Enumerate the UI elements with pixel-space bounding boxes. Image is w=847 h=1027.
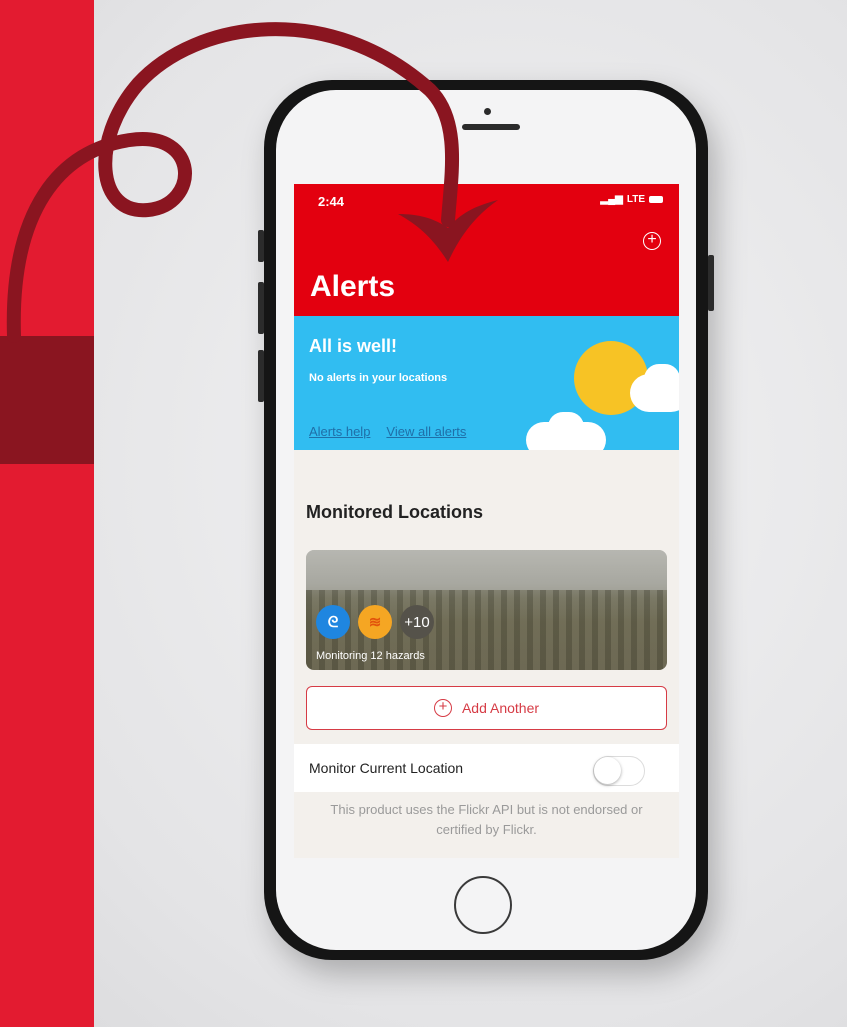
header: 2:44 ▂▄▆ LTE + Alerts (294, 184, 679, 316)
location-card[interactable]: ᘓ ≋ +10 Monitoring 12 hazards (306, 550, 667, 670)
add-another-button[interactable]: + Add Another (306, 686, 667, 730)
banner-title: All is well! (309, 336, 398, 356)
front-camera (484, 108, 491, 115)
carrier-label: LTE (626, 194, 645, 205)
hurricane-icon: ᘓ (316, 605, 350, 639)
cloud-icon (548, 412, 584, 442)
phone-side-button (708, 255, 714, 311)
section-title: Monitored Locations (306, 502, 483, 522)
plus-circle-icon[interactable]: + (643, 232, 661, 250)
home-button[interactable] (454, 876, 512, 934)
hazard-count-badge: +10 (400, 605, 434, 639)
earpiece-speaker (462, 124, 520, 130)
flood-icon: ≋ (358, 605, 392, 639)
phone-side-button (258, 282, 264, 334)
phone-side-button (258, 350, 264, 402)
monitor-current-location-row: Monitor Current Location (294, 744, 679, 792)
monitor-current-location-label: Monitor Current Location (309, 760, 464, 776)
cloud-icon (644, 364, 679, 394)
battery-icon (649, 196, 663, 203)
red-side-band (0, 0, 94, 1027)
view-all-alerts-link[interactable]: View all alerts (386, 424, 466, 439)
toggle-knob (594, 757, 621, 784)
status-time: 2:44 (318, 194, 345, 209)
monitor-location-toggle[interactable] (593, 756, 645, 786)
dark-red-block (0, 336, 94, 464)
flickr-disclaimer: This product uses the Flickr API but is … (330, 802, 643, 837)
status-indicators: ▂▄▆ LTE (600, 194, 663, 205)
hazard-icons: ᘓ ≋ +10 (316, 605, 434, 639)
banner-links: Alerts help View all alerts (309, 424, 466, 439)
app-screen: 2:44 ▂▄▆ LTE + Alerts All is well! No al… (294, 184, 679, 858)
phone-side-button (258, 230, 264, 262)
plus-circle-icon: + (433, 699, 452, 717)
add-another-label: Add Another (461, 700, 540, 716)
page-title: Alerts (310, 270, 396, 303)
card-caption: Monitoring 12 hazards (316, 650, 425, 662)
banner-subtitle: No alerts in your locations (309, 372, 448, 384)
alerts-help-link[interactable]: Alerts help (309, 424, 370, 439)
card-photo-sky (306, 550, 667, 590)
status-banner: All is well! No alerts in your locations… (294, 316, 679, 450)
signal-icon: ▂▄▆ (600, 194, 623, 205)
